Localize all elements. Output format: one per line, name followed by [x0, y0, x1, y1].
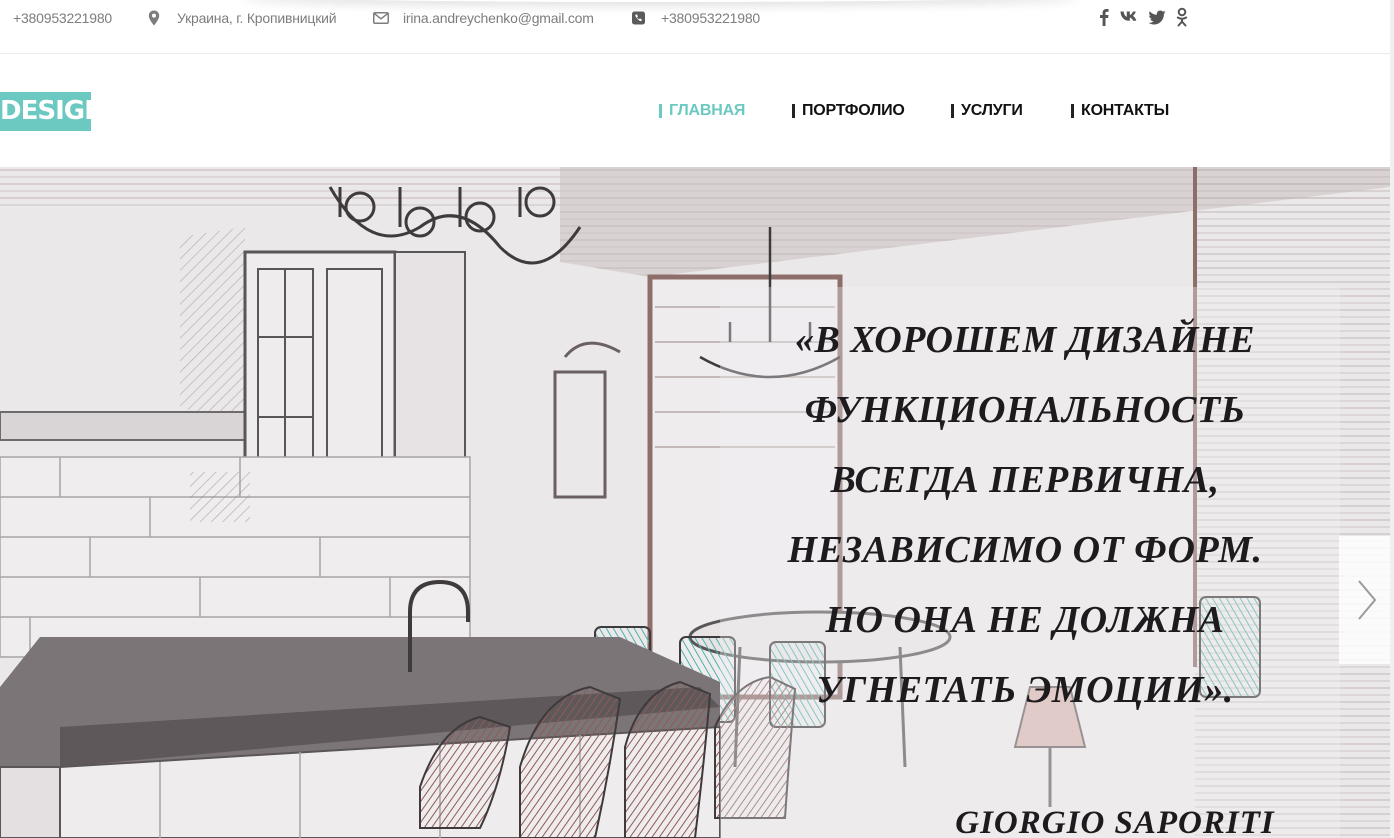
top-phone-link[interactable]: +380953221980 [13, 10, 112, 26]
slider-next-button[interactable] [1339, 536, 1394, 664]
quote-line: «В ХОРОШЕМ ДИЗАЙНЕ [795, 319, 1255, 361]
nav-item-services[interactable]: УСЛУГИ [951, 100, 1023, 122]
quote-line: ВСЕГДА ПЕРВИЧНА, [830, 459, 1220, 501]
nav-item-label: ПОРТФОЛИО [802, 102, 905, 119]
quote-line: НО ОНА НЕ ДОЛЖНА [825, 599, 1225, 641]
site-logo[interactable]: DESIGN [0, 92, 106, 131]
hero-slider: «В ХОРОШЕМ ДИЗАЙНЕ ФУНКЦИОНАЛЬНОСТЬ ВСЕГ… [0, 167, 1390, 838]
page-scrollbar[interactable] [1390, 0, 1394, 838]
twitter-icon[interactable] [1147, 6, 1167, 28]
top-phone-secondary-link[interactable]: +380953221980 [661, 10, 760, 26]
hero-quote: «В ХОРОШЕМ ДИЗАЙНЕ ФУНКЦИОНАЛЬНОСТЬ ВСЕГ… [735, 305, 1315, 725]
nav-marker [951, 104, 954, 118]
phone-square-icon [632, 11, 645, 25]
top-bar: +380953221980 Украина, г. Кропивницкий i… [0, 0, 1394, 54]
nav-marker [659, 104, 662, 118]
nav-marker [1071, 104, 1074, 118]
quote-line: УГНЕТАТЬ ЭМОЦИИ». [816, 669, 1234, 711]
vk-icon[interactable] [1119, 6, 1139, 28]
nav-item-home[interactable]: ГЛАВНАЯ [659, 100, 745, 122]
quote-author: GIORGIO SAPORITI [955, 805, 1275, 838]
envelope-icon [373, 12, 389, 24]
quote-line: НЕЗАВИСИМО ОТ ФОРМ. [787, 529, 1263, 571]
nav-item-contacts[interactable]: КОНТАКТЫ [1071, 100, 1169, 122]
facebook-icon[interactable] [1097, 6, 1111, 28]
chevron-right-icon [1357, 580, 1376, 620]
top-bar-shadow [240, 0, 1080, 2]
nav-item-label: КОНТАКТЫ [1081, 102, 1170, 119]
map-marker-icon [148, 10, 160, 26]
nav-item-label: ГЛАВНАЯ [669, 102, 746, 119]
odnoklassniki-icon[interactable] [1175, 6, 1189, 28]
nav-item-portfolio[interactable]: ПОРТФОЛИО [792, 100, 905, 122]
top-email-link[interactable]: irina.andreychenko@gmail.com [403, 10, 594, 26]
quote-line: ФУНКЦИОНАЛЬНОСТЬ [804, 389, 1246, 431]
top-location: Украина, г. Кропивницкий [177, 10, 337, 26]
nav-marker [792, 104, 795, 118]
nav-item-label: УСЛУГИ [961, 102, 1023, 119]
